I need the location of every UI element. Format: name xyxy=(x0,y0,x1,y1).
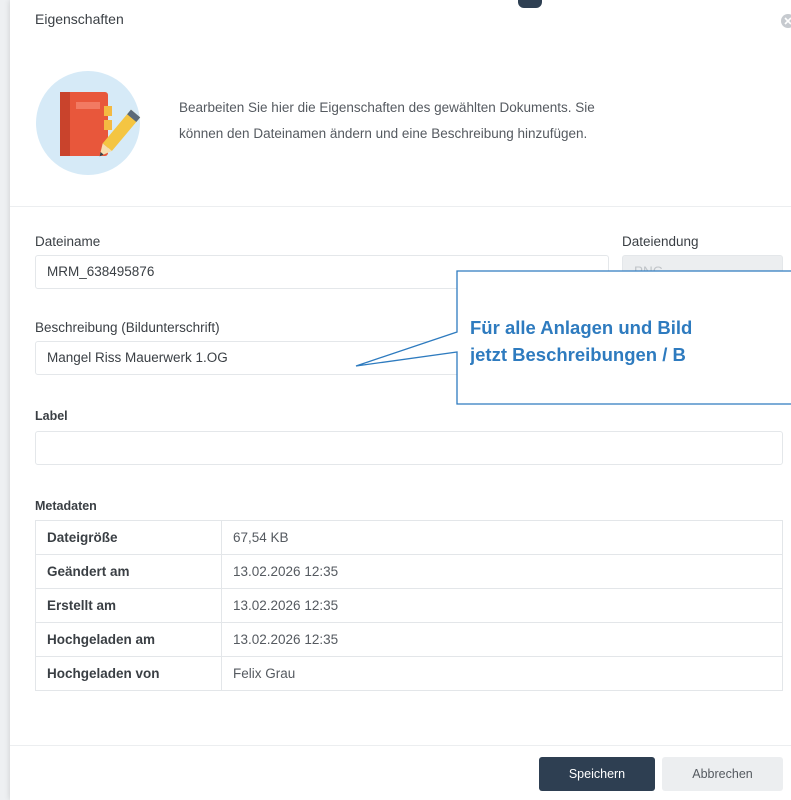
table-row: Erstellt am 13.02.2026 12:35 xyxy=(35,588,783,623)
metadata-value: 13.02.2026 12:35 xyxy=(221,554,783,589)
metadata-key: Hochgeladen von xyxy=(35,656,222,691)
intro-description: Bearbeiten Sie hier die Eigenschaften de… xyxy=(179,95,739,147)
notebook-pencil-icon xyxy=(35,70,145,185)
properties-dialog: Eigenschaften Bearbeiten Sie hier die Ei… xyxy=(10,0,791,800)
table-row: Hochgeladen von Felix Grau xyxy=(35,656,783,691)
intro-text-line2: können den Dateinamen ändern und eine Be… xyxy=(179,126,588,141)
filename-label: Dateiname xyxy=(35,234,101,249)
extension-field: PNG xyxy=(622,255,783,289)
save-button[interactable]: Speichern xyxy=(539,757,655,791)
footer-divider xyxy=(10,745,791,746)
table-row: Geändert am 13.02.2026 12:35 xyxy=(35,554,783,589)
metadata-key: Dateigröße xyxy=(35,520,222,555)
metadata-heading: Metadaten xyxy=(35,499,97,513)
filename-input[interactable]: MRM_638495876 xyxy=(35,255,609,289)
callout-line1: Für alle Anlagen und Bild xyxy=(470,317,693,338)
metadata-value: Felix Grau xyxy=(221,656,783,691)
metadata-value: 13.02.2026 12:35 xyxy=(221,588,783,623)
table-row: Hochgeladen am 13.02.2026 12:35 xyxy=(35,622,783,657)
metadata-value: 13.02.2026 12:35 xyxy=(221,622,783,657)
close-icon[interactable] xyxy=(781,14,791,28)
metadata-key: Geändert am xyxy=(35,554,222,589)
intro-section: Bearbeiten Sie hier die Eigenschaften de… xyxy=(10,48,791,207)
dialog-top-tab xyxy=(518,0,542,8)
label-input[interactable] xyxy=(35,431,783,465)
metadata-table: Dateigröße 67,54 KB Geändert am 13.02.20… xyxy=(35,520,783,691)
dialog-title: Eigenschaften xyxy=(35,11,124,27)
metadata-key: Erstellt am xyxy=(35,588,222,623)
label-label: Label xyxy=(35,409,68,423)
callout-line2: jetzt Beschreibungen / B xyxy=(470,344,686,365)
metadata-value: 67,54 KB xyxy=(221,520,783,555)
cancel-button[interactable]: Abbrechen xyxy=(662,757,783,791)
intro-text-line1: Bearbeiten Sie hier die Eigenschaften de… xyxy=(179,100,595,115)
extension-label: Dateiendung xyxy=(622,234,699,249)
metadata-key: Hochgeladen am xyxy=(35,622,222,657)
table-row: Dateigröße 67,54 KB xyxy=(35,520,783,555)
description-label: Beschreibung (Bildunterschrift) xyxy=(35,320,220,335)
callout-text: Für alle Anlagen und Bild jetzt Beschrei… xyxy=(470,314,791,368)
